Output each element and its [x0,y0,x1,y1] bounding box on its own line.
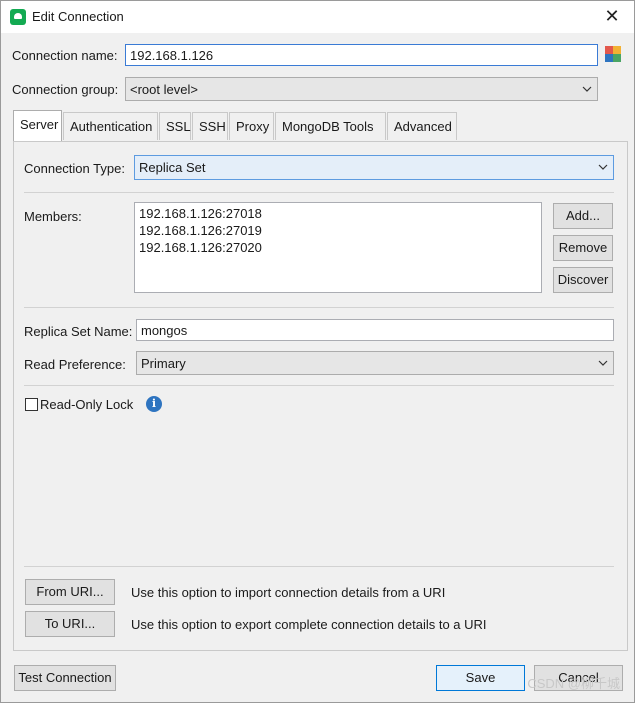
from-uri-button[interactable]: From URI... [25,579,115,605]
connection-name-label: Connection name: [12,48,118,63]
save-button[interactable]: Save [436,665,525,691]
test-connection-button[interactable]: Test Connection [14,665,116,691]
connection-type-select[interactable]: Replica Set [134,155,614,180]
title-bar: Edit Connection ✕ [1,1,634,33]
to-uri-button[interactable]: To URI... [25,611,115,637]
read-preference-value: Primary [141,356,186,371]
tab-proxy[interactable]: Proxy [229,112,274,140]
close-icon[interactable]: ✕ [602,6,622,26]
add-member-button[interactable]: Add... [553,203,613,229]
divider [24,566,614,567]
info-icon[interactable]: i [146,396,162,412]
color-picker-icon[interactable] [605,46,621,62]
read-only-lock-checkbox[interactable] [25,398,38,411]
list-item[interactable]: 192.168.1.126:27020 [139,240,262,255]
members-list[interactable]: 192.168.1.126:27018 192.168.1.126:27019 … [134,202,542,293]
tab-ssh[interactable]: SSH [192,112,228,140]
window-title: Edit Connection [32,9,124,24]
read-preference-select[interactable]: Primary [136,351,614,375]
connection-group-label: Connection group: [12,82,119,97]
connection-name-value: 192.168.1.126 [130,48,214,63]
chevron-down-icon [598,360,608,366]
replica-set-name-value: mongos [141,323,188,338]
read-only-lock-label: Read-Only Lock [40,397,134,412]
connection-type-label: Connection Type: [24,161,125,176]
replica-set-name-input[interactable]: mongos [136,319,614,341]
read-preference-label: Read Preference: [24,357,126,372]
list-item[interactable]: 192.168.1.126:27019 [139,223,262,238]
divider [24,192,614,193]
app-icon [10,9,26,25]
chevron-down-icon [598,164,608,170]
tab-authentication[interactable]: Authentication [63,112,158,140]
connection-group-value: <root level> [130,82,198,97]
discover-members-button[interactable]: Discover [553,267,613,293]
divider [24,307,614,308]
tab-advanced[interactable]: Advanced [387,112,457,140]
tab-mongodb-tools[interactable]: MongoDB Tools [275,112,386,140]
edit-connection-dialog: Edit Connection ✕ Connection name: 192.1… [0,0,635,703]
connection-type-value: Replica Set [139,160,206,175]
chevron-down-icon [582,86,592,92]
connection-name-input[interactable]: 192.168.1.126 [125,44,598,66]
tab-ssl[interactable]: SSL [159,112,191,140]
members-label: Members: [24,209,82,224]
list-item[interactable]: 192.168.1.126:27018 [139,206,262,221]
divider [24,385,614,386]
from-uri-description: Use this option to import connection det… [131,585,446,600]
to-uri-description: Use this option to export complete conne… [131,617,487,632]
watermark: CSDN @柳千城 [527,676,620,691]
tab-server[interactable]: Server [13,110,62,141]
connection-group-select[interactable]: <root level> [125,77,598,101]
remove-member-button[interactable]: Remove [553,235,613,261]
replica-set-name-label: Replica Set Name: [24,324,133,339]
